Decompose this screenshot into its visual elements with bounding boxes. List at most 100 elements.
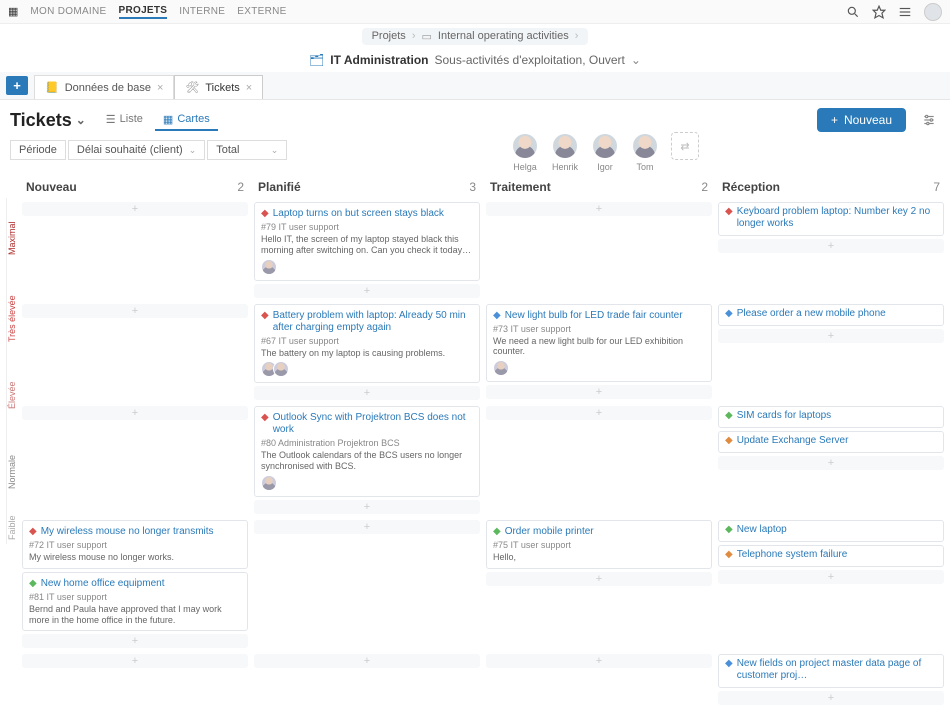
avatar <box>261 475 277 491</box>
cell-treselevee-traitement[interactable]: ◆New light bulb for LED trade fair count… <box>486 304 712 401</box>
filter-total[interactable]: Total⌄ <box>207 140 287 160</box>
nav-interne[interactable]: INTERNE <box>179 6 225 17</box>
card-title: ◆Outlook Sync with Projektron BCS does n… <box>261 412 473 436</box>
tab-label: Données de base <box>65 82 151 94</box>
person-henrik[interactable]: Henrik <box>551 132 579 172</box>
card-title: ◆Keyboard problem laptop: Number key 2 n… <box>725 206 937 230</box>
nav-projets[interactable]: PROJETS <box>119 5 168 19</box>
search-icon[interactable] <box>846 5 860 19</box>
cell-treselevee-planifie[interactable]: ◆Battery problem with laptop: Already 50… <box>254 304 480 401</box>
board-settings-button[interactable] <box>918 113 940 127</box>
chevron-down-icon[interactable]: ⌄ <box>631 53 641 67</box>
ticket-card[interactable]: ◆Battery problem with laptop: Already 50… <box>254 304 480 384</box>
chevron-down-icon[interactable]: ⌄ <box>76 113 86 127</box>
priority-icon: ◆ <box>725 410 733 422</box>
add-tab-button[interactable]: + <box>6 76 28 95</box>
swap-people[interactable]: ⇄ <box>671 132 699 172</box>
new-button[interactable]: + Nouveau <box>817 108 906 132</box>
person-igor[interactable]: Igor <box>591 132 619 172</box>
view-list-button[interactable]: ☰ Liste <box>98 110 151 131</box>
ticket-card[interactable]: ◆Laptop turns on but screen stays black#… <box>254 202 480 281</box>
cell-faible-planifie[interactable]: + <box>254 654 480 705</box>
ticket-card[interactable]: ◆Update Exchange Server <box>718 431 944 453</box>
person-helga[interactable]: Helga <box>511 132 539 172</box>
ticket-card[interactable]: ◆SIM cards for laptops <box>718 406 944 428</box>
add-card-button[interactable]: + <box>718 456 944 470</box>
add-card-button[interactable]: + <box>486 572 712 586</box>
cell-maximal-nouveau[interactable]: + <box>22 202 248 298</box>
add-card-button[interactable]: + <box>22 654 248 668</box>
add-card-button[interactable]: + <box>718 691 944 705</box>
tab-donnees-de-base[interactable]: 📒 Données de base × <box>34 75 174 99</box>
add-card-button[interactable]: + <box>718 239 944 253</box>
cell-maximal-reception[interactable]: ◆Keyboard problem laptop: Number key 2 n… <box>718 202 944 298</box>
add-card-button[interactable]: + <box>486 202 712 216</box>
cell-faible-reception[interactable]: ◆New fields on project master data page … <box>718 654 944 705</box>
cell-treselevee-reception[interactable]: ◆Please order a new mobile phone + <box>718 304 944 401</box>
add-card-button[interactable]: + <box>22 634 248 648</box>
cell-treselevee-nouveau[interactable]: + <box>22 304 248 401</box>
add-card-button[interactable]: + <box>22 304 248 318</box>
avatar <box>631 132 659 160</box>
person-tom[interactable]: Tom <box>631 132 659 172</box>
menu-icon[interactable] <box>898 5 912 19</box>
ticket-card[interactable]: ◆New laptop <box>718 520 944 542</box>
breadcrumb[interactable]: Projets › ▭ Internal operating activitie… <box>362 28 589 45</box>
ticket-card[interactable]: ◆Order mobile printer#75 IT user support… <box>486 520 712 569</box>
cell-maximal-traitement[interactable]: + <box>486 202 712 298</box>
view-switch: ☰ Liste ▦ Cartes <box>98 110 218 131</box>
project-icon: 🗂 <box>309 53 324 67</box>
add-card-button[interactable]: + <box>22 406 248 420</box>
cell-elevee-nouveau[interactable]: + <box>22 406 248 514</box>
priority-icon: ◆ <box>493 310 501 322</box>
cell-faible-nouveau[interactable]: + <box>22 654 248 705</box>
card-desc: The Outlook calendars of the BCS users n… <box>261 450 473 472</box>
add-card-button[interactable]: + <box>718 329 944 343</box>
add-card-button[interactable]: + <box>254 520 480 534</box>
nav-externe[interactable]: EXTERNE <box>237 6 286 17</box>
close-icon[interactable]: × <box>246 82 252 94</box>
nav-mon-domaine[interactable]: MON DOMAINE <box>30 6 106 17</box>
cell-normale-nouveau[interactable]: ◆My wireless mouse no longer transmits#7… <box>22 520 248 648</box>
cell-elevee-traitement[interactable]: + <box>486 406 712 514</box>
cell-maximal-planifie[interactable]: ◆Laptop turns on but screen stays black#… <box>254 202 480 298</box>
ticket-card[interactable]: ◆Telephone system failure <box>718 545 944 567</box>
chevron-right-icon: › <box>412 30 416 42</box>
priority-icon: ◆ <box>493 526 501 538</box>
breadcrumb-mid[interactable]: Internal operating activities <box>438 30 569 42</box>
cell-faible-traitement[interactable]: + <box>486 654 712 705</box>
tab-tickets[interactable]: 🛠 Tickets × <box>174 75 263 99</box>
add-card-button[interactable]: + <box>486 406 712 420</box>
ticket-card[interactable]: ◆New fields on project master data page … <box>718 654 944 688</box>
ticket-card[interactable]: ◆My wireless mouse no longer transmits#7… <box>22 520 248 569</box>
avatar[interactable] <box>924 3 942 21</box>
view-cards-button[interactable]: ▦ Cartes <box>155 110 218 131</box>
card-desc: We need a new light bulb for our LED exh… <box>493 336 705 358</box>
filter-delai[interactable]: Délai souhaité (client)⌄ <box>68 140 205 160</box>
cell-elevee-reception[interactable]: ◆SIM cards for laptops ◆Update Exchange S… <box>718 406 944 514</box>
add-card-button[interactable]: + <box>254 654 480 668</box>
add-card-button[interactable]: + <box>254 500 480 514</box>
ticket-card[interactable]: ◆New home office equipment#81 IT user su… <box>22 572 248 632</box>
data-icon: 📒 <box>45 81 59 94</box>
ticket-card[interactable]: ◆Keyboard problem laptop: Number key 2 n… <box>718 202 944 236</box>
card-avatars <box>493 360 705 376</box>
add-card-button[interactable]: + <box>486 385 712 399</box>
top-nav: ▦ MON DOMAINE PROJETS INTERNE EXTERNE <box>0 0 950 24</box>
ticket-card[interactable]: ◆Outlook Sync with Projektron BCS does n… <box>254 406 480 497</box>
add-card-button[interactable]: + <box>486 654 712 668</box>
cell-elevee-planifie[interactable]: ◆Outlook Sync with Projektron BCS does n… <box>254 406 480 514</box>
cell-normale-traitement[interactable]: ◆Order mobile printer#75 IT user support… <box>486 520 712 648</box>
ticket-card[interactable]: ◆New light bulb for LED trade fair count… <box>486 304 712 383</box>
ticket-card[interactable]: ◆Please order a new mobile phone <box>718 304 944 326</box>
star-icon[interactable] <box>872 5 886 19</box>
close-icon[interactable]: × <box>157 82 163 94</box>
filter-periode[interactable]: Période <box>10 140 66 160</box>
add-card-button[interactable]: + <box>254 284 480 298</box>
add-card-button[interactable]: + <box>718 570 944 584</box>
add-card-button[interactable]: + <box>254 386 480 400</box>
cell-normale-planifie[interactable]: + <box>254 520 480 648</box>
breadcrumb-root[interactable]: Projets <box>372 30 406 42</box>
cell-normale-reception[interactable]: ◆New laptop ◆Telephone system failure + <box>718 520 944 648</box>
add-card-button[interactable]: + <box>22 202 248 216</box>
